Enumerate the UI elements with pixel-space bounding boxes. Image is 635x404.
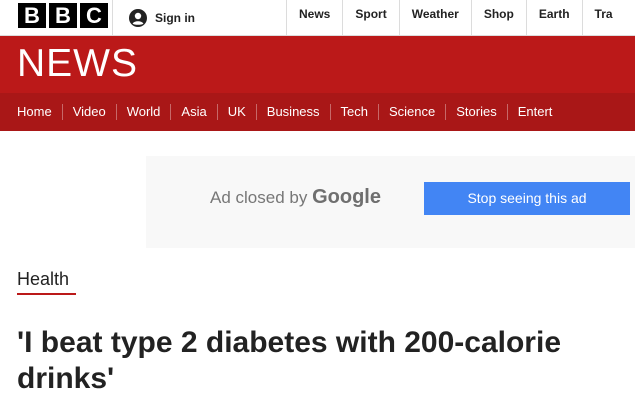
section-nav-item-video[interactable]: Video — [61, 104, 116, 120]
bbc-logo-letter: B — [18, 3, 46, 28]
section-underline — [17, 293, 76, 295]
top-nav-item-weather[interactable]: Weather — [398, 0, 471, 36]
top-nav-item-shop[interactable]: Shop — [470, 0, 526, 36]
section-nav-item-entertainment[interactable]: Entert — [506, 104, 563, 120]
top-nav-item-sport[interactable]: Sport — [342, 0, 398, 36]
section-nav-item-asia[interactable]: Asia — [170, 104, 216, 120]
top-nav-item-news[interactable]: News — [286, 0, 342, 36]
section-nav-item-uk[interactable]: UK — [216, 104, 256, 120]
article-headline: 'I beat type 2 diabetes with 200-calorie… — [17, 326, 561, 395]
top-nav: News Sport Weather Shop Earth Tra — [286, 0, 625, 36]
news-logo[interactable]: NEWS — [17, 42, 138, 86]
divider — [112, 0, 113, 36]
section-nav-item-world[interactable]: World — [115, 104, 171, 120]
news-banner: NEWS — [0, 36, 635, 93]
section-nav: Home Video World Asia UK Business Tech S… — [0, 93, 635, 131]
ad-provider-label: Google — [312, 186, 381, 208]
ad-closed-message: Ad closed by Google — [210, 186, 381, 209]
top-nav-item-earth[interactable]: Earth — [525, 0, 582, 36]
sign-in-link[interactable]: Sign in — [129, 8, 195, 28]
section-nav-item-business[interactable]: Business — [255, 104, 330, 120]
stop-seeing-ad-button[interactable]: Stop seeing this ad — [424, 182, 630, 215]
bbc-logo[interactable]: B B C — [18, 3, 108, 28]
section-nav-item-tech[interactable]: Tech — [329, 104, 378, 120]
ad-container: Ad closed by Google Stop seeing this ad — [146, 156, 635, 248]
ad-closed-label: Ad closed by — [210, 188, 308, 207]
section-nav-item-home[interactable]: Home — [0, 104, 62, 120]
bbc-logo-letter: C — [80, 3, 108, 28]
article-section-link[interactable]: Health — [17, 268, 69, 290]
sign-in-label: Sign in — [155, 11, 195, 25]
bbc-logo-letter: B — [49, 3, 77, 28]
section-nav-item-science[interactable]: Science — [378, 104, 445, 120]
top-bar: B B C Sign in News Sport Weather Shop Ea… — [0, 0, 635, 36]
top-nav-item-travel[interactable]: Tra — [581, 0, 625, 36]
user-icon — [129, 9, 147, 27]
section-nav-item-stories[interactable]: Stories — [445, 104, 506, 120]
